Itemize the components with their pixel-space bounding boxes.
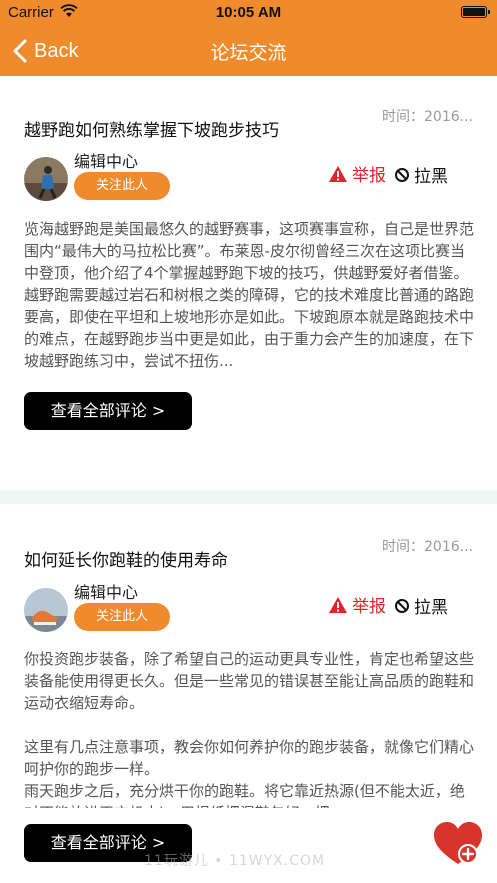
warning-icon bbox=[329, 596, 347, 613]
post-time: 时间：2016... bbox=[382, 109, 473, 125]
avatar-image bbox=[24, 588, 68, 632]
status-bar: Carrier 10:05 AM bbox=[0, 0, 497, 26]
follow-button[interactable]: 关注此人 bbox=[74, 603, 170, 631]
follow-button[interactable]: 关注此人 bbox=[74, 172, 170, 200]
clock: 10:05 AM bbox=[215, 4, 282, 21]
add-favorite-heart-icon[interactable] bbox=[432, 820, 484, 868]
warning-icon bbox=[329, 165, 347, 182]
watermark: 11玩游儿 • 11WYX.COM bbox=[144, 853, 326, 869]
report-label: 举报 bbox=[352, 166, 386, 186]
report-button[interactable]: 举报 bbox=[328, 161, 386, 186]
author-name: 编辑中心 bbox=[74, 583, 139, 602]
view-all-comments-button[interactable]: 查看全部评论 > bbox=[24, 392, 192, 430]
report-label: 举报 bbox=[352, 597, 386, 617]
block-button[interactable]: 拉黑 bbox=[394, 162, 448, 187]
post-card: 时间：2016... 越野跑如何熟练掌握下坡跑步技巧 编辑中心 关注此人 举报 … bbox=[0, 90, 497, 490]
page-title: 论坛交流 bbox=[210, 42, 287, 64]
post-content: 你投资跑步装备，除了希望自己的运动更具专业性，肯定也希望这些装备能使用得更长久。… bbox=[24, 650, 474, 808]
battery-icon bbox=[461, 6, 490, 18]
avatar-image bbox=[24, 157, 68, 201]
report-button[interactable]: 举报 bbox=[328, 592, 386, 617]
section-divider bbox=[0, 490, 497, 504]
avatar[interactable] bbox=[24, 157, 68, 201]
post-card: 时间：2016... 如何延长你跑鞋的使用寿命 编辑中心 关注此人 举报 拉黑 … bbox=[0, 520, 497, 883]
block-label: 拉黑 bbox=[414, 167, 448, 187]
post-time: 时间：2016... bbox=[382, 539, 473, 555]
block-button[interactable]: 拉黑 bbox=[394, 593, 448, 618]
post-content: 览海越野跑是美国最悠久的越野赛事，这项赛事宣称，自己是世界范围内“最伟大的马拉松… bbox=[24, 220, 474, 370]
navigation-bar: Back 论坛交流 bbox=[0, 26, 497, 76]
block-label: 拉黑 bbox=[414, 598, 448, 618]
block-icon bbox=[395, 167, 409, 182]
block-icon bbox=[395, 598, 409, 613]
author-name: 编辑中心 bbox=[74, 152, 139, 171]
post-title[interactable]: 如何延长你跑鞋的使用寿命 bbox=[24, 546, 228, 571]
post-title[interactable]: 越野跑如何熟练掌握下坡跑步技巧 bbox=[24, 116, 279, 141]
avatar[interactable] bbox=[24, 588, 68, 632]
